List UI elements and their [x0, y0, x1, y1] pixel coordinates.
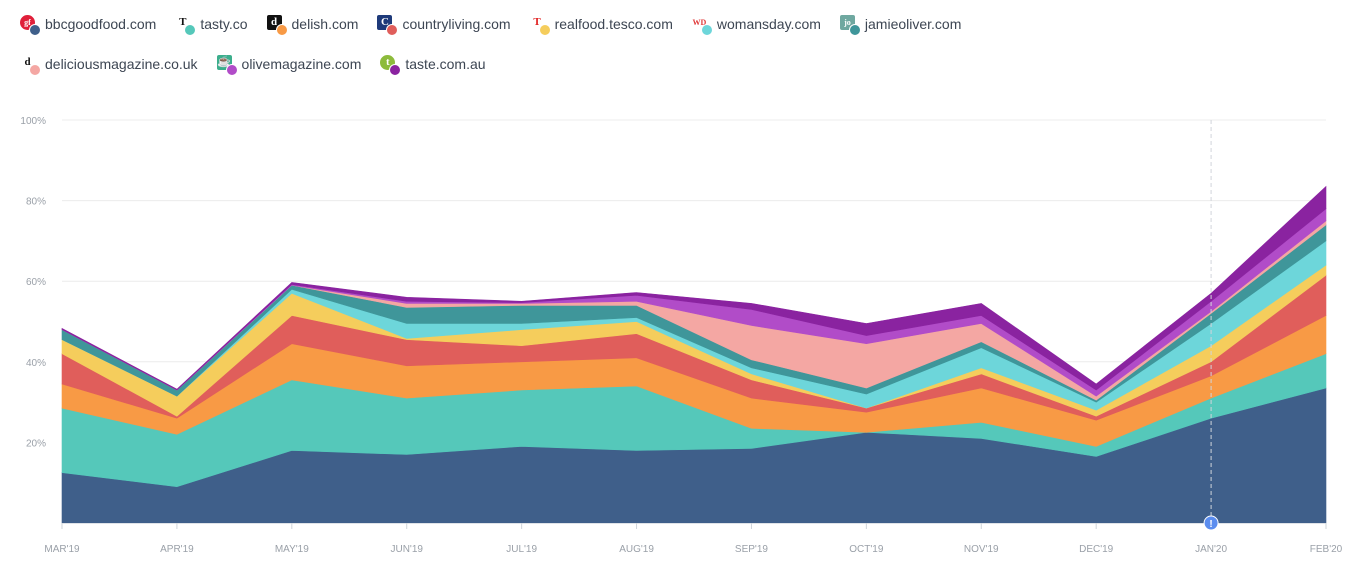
legend-label: countryliving.com — [402, 16, 511, 32]
legend-item-bbcgoodfood-com[interactable]: gf bbcgoodfood.com — [20, 15, 157, 36]
x-tick-label: APR'19 — [160, 544, 194, 555]
countryliving-logo-icon: C — [377, 15, 399, 36]
tasty-logo-icon: T — [175, 15, 197, 36]
tesco-logo-icon: T — [529, 15, 551, 36]
series-color-dot — [538, 24, 551, 36]
series-color-dot — [184, 24, 197, 36]
x-tick-label: JAN'20 — [1195, 544, 1227, 555]
legend-label: delish.com — [291, 16, 359, 32]
legend-item-jamieoliver-com[interactable]: jo jamieoliver.com — [839, 15, 962, 36]
series-color-dot — [848, 24, 861, 36]
y-tick-label: 60% — [26, 277, 46, 288]
series-color-dot — [700, 24, 713, 36]
legend-item-olivemagazine-com[interactable]: ☕ olivemagazine.com — [216, 55, 362, 76]
series-color-dot — [389, 64, 402, 76]
legend-item-realfood-tesco-com[interactable]: Trealfood.tesco.com — [529, 15, 673, 36]
chart-legend: gf bbcgoodfood.com Ttasty.co d delish.com Cco… — [20, 12, 1120, 92]
x-tick-label: FEB'20 — [1310, 544, 1343, 555]
annotation-glyph: ! — [1209, 519, 1212, 530]
legend-label: realfood.tesco.com — [554, 16, 673, 32]
olivemagazine-logo-icon: ☕ — [216, 55, 238, 76]
y-tick-label: 20% — [26, 438, 46, 449]
taste-logo-icon: t — [380, 55, 402, 76]
x-tick-label: SEP'19 — [735, 544, 768, 555]
deliciousmagazine-logo-icon: d — [20, 55, 41, 76]
legend-label: deliciousmagazine.co.uk — [45, 56, 198, 72]
y-axis: 20% 40% 60% 80% 100% — [20, 116, 46, 449]
legend-item-womansday-com[interactable]: WD womansday.com — [691, 15, 821, 36]
bbcgoodfood-logo-icon: gf — [20, 15, 41, 36]
x-tick-label: AUG'19 — [619, 544, 654, 555]
legend-item-delish-com[interactable]: d delish.com — [266, 15, 359, 36]
jamieoliver-logo-icon: jo — [839, 15, 861, 36]
series-color-dot — [29, 24, 41, 36]
legend-item-taste-com-au[interactable]: t taste.com.au — [380, 55, 486, 76]
legend-item-countryliving-com[interactable]: Ccountryliving.com — [377, 15, 511, 36]
legend-item-tasty-co[interactable]: Ttasty.co — [175, 15, 248, 36]
legend-label: jamieoliver.com — [864, 16, 962, 32]
legend-item-deliciousmagazine-co-uk[interactable]: d deliciousmagazine.co.uk — [20, 55, 198, 76]
y-tick-label: 40% — [26, 358, 46, 369]
x-tick-label: MAR'19 — [44, 544, 80, 555]
legend-label: olivemagazine.com — [241, 56, 362, 72]
x-tick-label: JUN'19 — [390, 544, 423, 555]
x-tick-label: NOV'19 — [964, 544, 999, 555]
stacked-area-chart: 20%40%60%80%100% SimilarWeb MAR'19APR'19… — [20, 116, 1343, 555]
legend-label: tasty.co — [200, 16, 248, 32]
series-areas — [61, 185, 1327, 524]
series-color-dot — [386, 24, 399, 36]
series-color-dot — [275, 24, 288, 36]
legend-row-1: gf bbcgoodfood.com Ttasty.co d delish.com Cco… — [20, 12, 1120, 36]
legend-label: taste.com.au — [405, 56, 486, 72]
womansday-logo-icon: WD — [691, 15, 713, 36]
x-tick-label: JUL'19 — [506, 544, 537, 555]
x-axis: MAR'19 APR'19 MAY'19 JUN'19 JUL'19 AUG'19 SEP'… — [44, 523, 1343, 555]
legend-row-2: d deliciousmagazine.co.uk ☕ olivemagazine.c… — [20, 52, 1120, 76]
y-tick-label: 80% — [26, 197, 46, 208]
series-color-dot — [29, 64, 41, 76]
y-tick-label: 100% — [20, 116, 46, 127]
series-color-dot — [225, 64, 238, 76]
legend-label: womansday.com — [716, 16, 821, 32]
legend-label: bbcgoodfood.com — [45, 16, 157, 32]
x-tick-label: MAY'19 — [275, 544, 309, 555]
x-tick-label: OCT'19 — [849, 544, 884, 555]
x-tick-label: DEC'19 — [1079, 544, 1114, 555]
delish-logo-icon: d — [266, 15, 288, 36]
